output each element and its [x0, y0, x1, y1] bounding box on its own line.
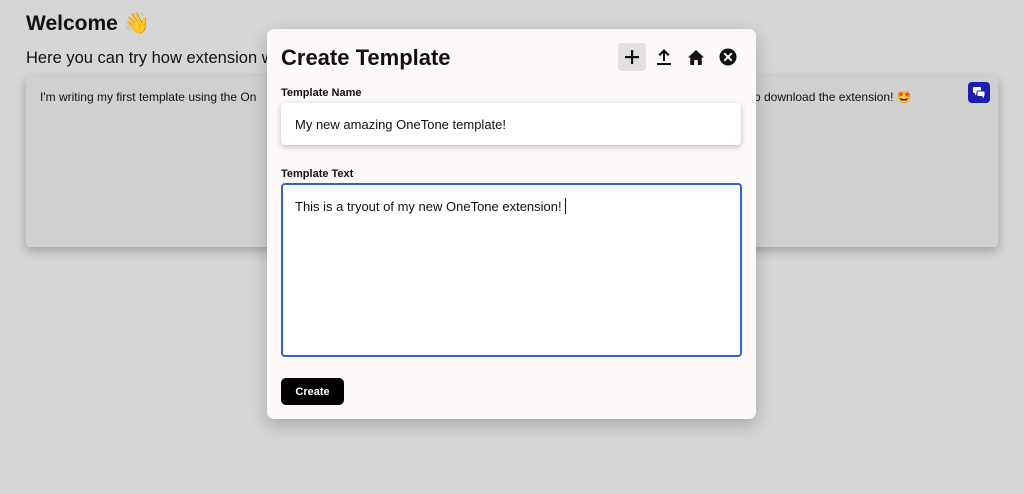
- upload-button[interactable]: [650, 43, 678, 71]
- editor-text-start: I'm writing my first template using the …: [40, 90, 257, 104]
- template-name-input[interactable]: My new amazing OneTone template!: [281, 103, 741, 145]
- template-text-value: This is a tryout of my new OneTone exten…: [295, 199, 562, 214]
- page-subtitle: Here you can try how extension w: [26, 49, 274, 67]
- template-name-label: Template Name: [281, 87, 362, 99]
- modal-title: Create Template: [281, 45, 451, 70]
- add-button[interactable]: [618, 43, 646, 71]
- template-name-value: My new amazing OneTone template!: [295, 116, 506, 132]
- modal-toolbar: [618, 43, 742, 71]
- upload-icon: [657, 49, 671, 65]
- template-text-label: Template Text: [281, 168, 354, 180]
- close-button[interactable]: [714, 43, 742, 71]
- close-icon: [719, 48, 737, 66]
- create-template-modal: Create Template Template Name My new ama…: [267, 29, 756, 419]
- template-text-input[interactable]: This is a tryout of my new OneTone exten…: [281, 183, 742, 357]
- extension-button[interactable]: [968, 82, 990, 103]
- page-title: Welcome 👋: [26, 12, 150, 35]
- chat-bubbles-icon: [973, 87, 986, 99]
- home-button[interactable]: [682, 43, 710, 71]
- create-button[interactable]: Create: [281, 378, 344, 405]
- text-caret: [564, 198, 566, 214]
- add-icon: [625, 50, 639, 64]
- home-icon: [688, 49, 704, 65]
- editor-text-end: o download the extension! 🤩: [754, 90, 912, 104]
